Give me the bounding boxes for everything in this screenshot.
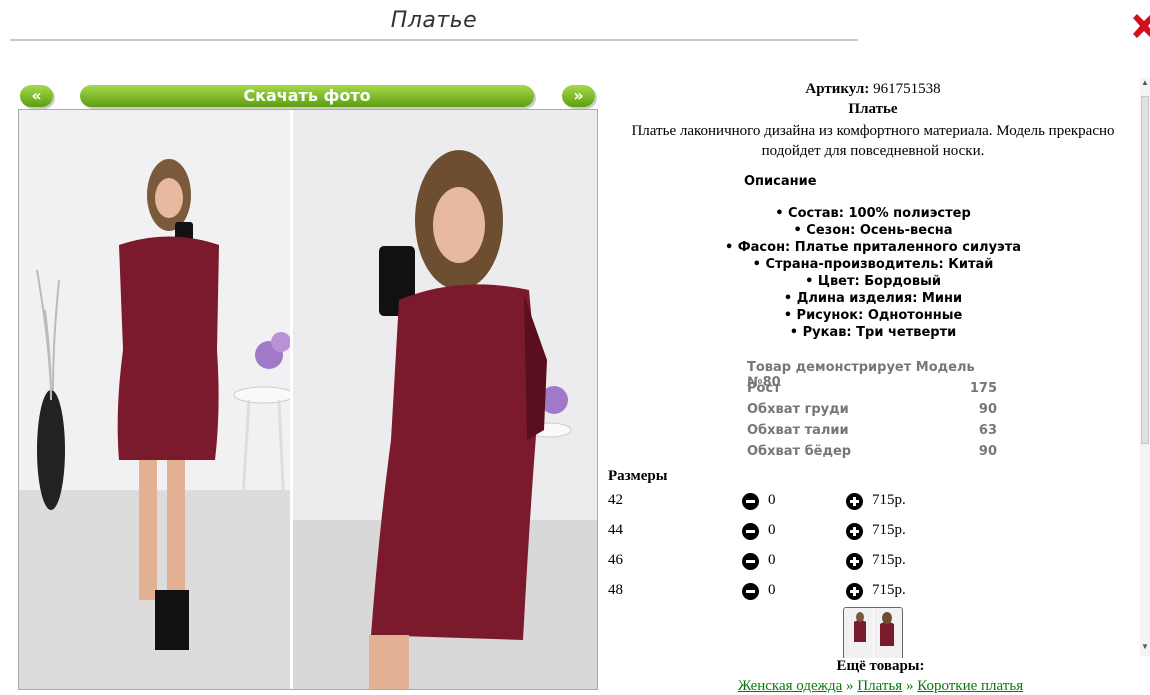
breadcrumb: Женская одежда » Платья » Короткие плать…: [608, 678, 1150, 695]
download-photo-button[interactable]: Скачать фото: [80, 85, 534, 107]
size-price: 715р.: [872, 492, 906, 508]
spec-item: • Рисунок: Однотонные: [783, 308, 963, 323]
scroll-down-arrow-icon[interactable]: ▼: [1140, 642, 1150, 656]
model-row: Обхват талии 63: [747, 423, 997, 444]
model-value: 90: [978, 402, 997, 417]
more-products-heading: Ещё товары:: [836, 658, 925, 674]
size-price: 715р.: [872, 522, 906, 538]
plus-circle-icon[interactable]: [846, 583, 863, 600]
breadcrumb-link[interactable]: Женская одежда: [738, 678, 842, 694]
size-row: 46 0 715р.: [608, 550, 928, 572]
product-name: Платье: [848, 101, 898, 117]
model-label: Обхват талии: [747, 423, 849, 438]
model-value: 175: [969, 381, 997, 396]
photo-thumbnail[interactable]: [843, 607, 903, 658]
model-row: Обхват груди 90: [747, 402, 997, 423]
model-value: 90: [978, 444, 997, 459]
plus-circle-icon[interactable]: [846, 523, 863, 540]
size-row: 42 0 715р.: [608, 490, 928, 512]
sku-label: Артикул:: [805, 81, 870, 97]
quantity-value: 0: [768, 582, 776, 598]
size-price: 715р.: [872, 582, 906, 598]
model-value: 63: [978, 423, 997, 438]
model-row: Товар демонстрирует Модель №80: [747, 360, 997, 390]
model-label: Обхват бёдер: [747, 444, 852, 459]
scrollbar-thumb[interactable]: [1141, 96, 1149, 444]
spec-item: • Страна-производитель: Китай: [752, 257, 994, 272]
breadcrumb-link[interactable]: Короткие платья: [917, 678, 1023, 694]
model-row: Рост 175: [747, 381, 997, 402]
minus-circle-icon[interactable]: [742, 523, 759, 540]
product-photo: [18, 109, 598, 690]
size-label: 44: [608, 522, 623, 538]
spec-item: • Сезон: Осень-весна: [793, 223, 953, 238]
quantity-value: 0: [768, 552, 776, 568]
minus-circle-icon[interactable]: [742, 583, 759, 600]
plus-circle-icon[interactable]: [846, 553, 863, 570]
breadcrumb-separator: »: [846, 678, 854, 694]
spec-item: • Состав: 100% полиэстер: [775, 206, 971, 221]
plus-circle-icon[interactable]: [846, 493, 863, 510]
model-label: Рост: [747, 381, 781, 396]
breadcrumb-link[interactable]: Платья: [857, 678, 902, 694]
title-divider: [10, 39, 858, 41]
quantity-value: 0: [768, 522, 776, 538]
spec-item: • Цвет: Бордовый: [805, 274, 941, 289]
spec-item: • Рукав: Три четверти: [789, 325, 957, 340]
quantity-value: 0: [768, 492, 776, 508]
breadcrumb-separator: »: [905, 678, 914, 694]
size-row: 48 0 715р.: [608, 580, 928, 602]
model-label: Товар демонстрирует Модель №80: [747, 360, 975, 390]
model-measurements: Товар демонстрирует Модель №80 Рост 175 О…: [747, 360, 997, 465]
size-label: 42: [608, 492, 623, 508]
size-label: 46: [608, 552, 623, 568]
size-row: 44 0 715р.: [608, 520, 928, 542]
spec-item: • Фасон: Платье приталенного силуэта: [724, 240, 1022, 255]
specs-list: • Состав: 100% полиэстер • Сезон: Осень-…: [608, 205, 1138, 341]
scroll-up-arrow-icon[interactable]: ▲: [1140, 78, 1150, 92]
spec-item: • Длина изделия: Мини: [783, 291, 963, 306]
sizes-heading: Размеры: [608, 468, 668, 484]
sku-value: 961751538: [873, 81, 941, 97]
minus-circle-icon[interactable]: [742, 493, 759, 510]
size-label: 48: [608, 582, 623, 598]
page-title: Платье: [390, 8, 478, 33]
minus-circle-icon[interactable]: [742, 553, 759, 570]
model-label: Обхват груди: [747, 402, 849, 417]
product-description: Платье лаконичного дизайна из комфортног…: [631, 123, 1115, 159]
specs-heading: Описание: [744, 174, 817, 189]
close-icon[interactable]: [1133, 12, 1150, 40]
sku-line: Артикул: 961751538: [608, 81, 1138, 98]
previous-photo-button[interactable]: «: [20, 85, 53, 107]
size-price: 715р.: [872, 552, 906, 568]
next-photo-button[interactable]: »: [562, 85, 595, 107]
model-row: Обхват бёдер 90: [747, 444, 997, 465]
